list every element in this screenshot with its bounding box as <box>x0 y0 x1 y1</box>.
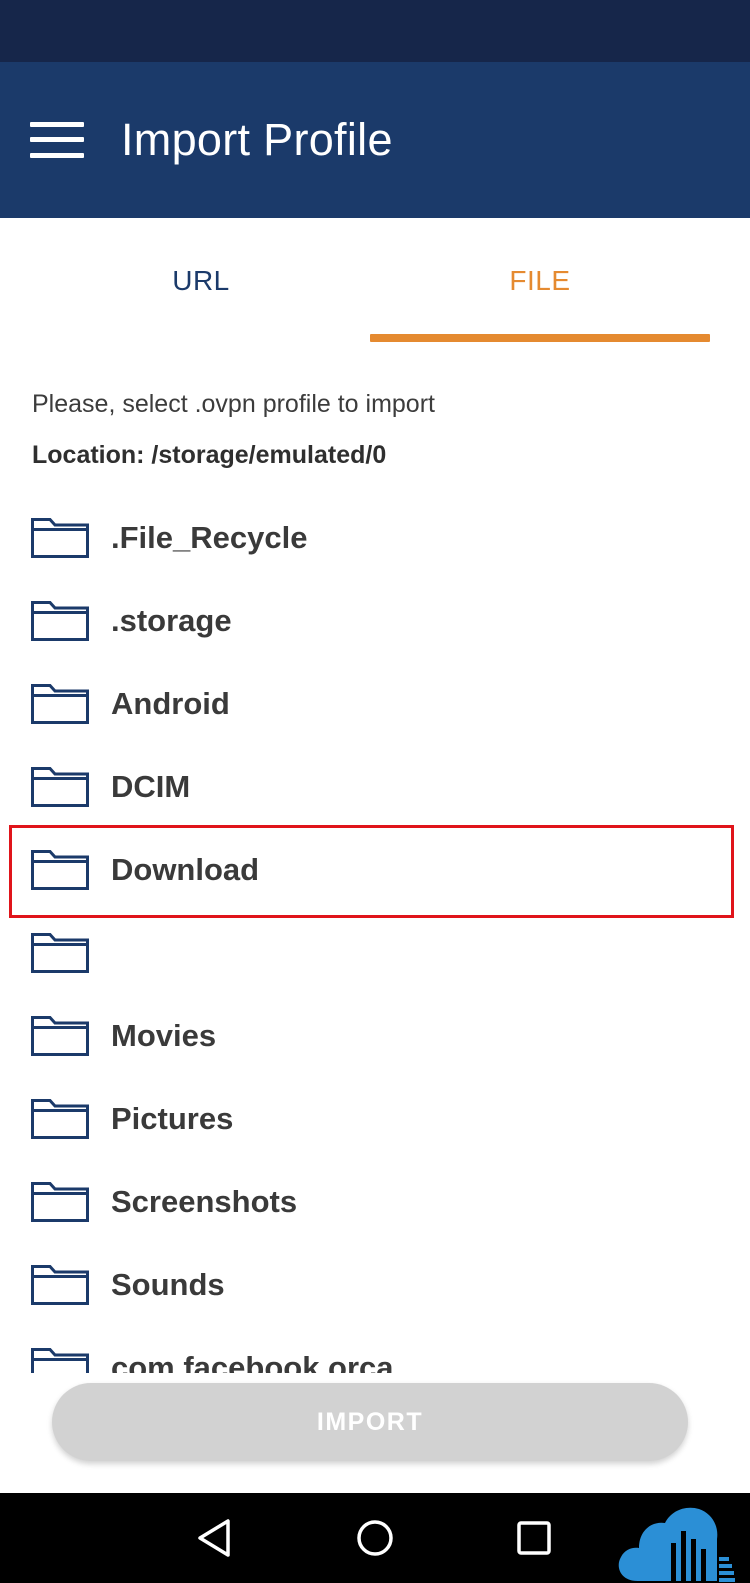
menu-line <box>30 153 84 158</box>
folder-item-sounds[interactable]: Sounds <box>0 1243 750 1326</box>
folder-name: Android <box>111 686 230 721</box>
selected-tab-indicator <box>370 334 710 342</box>
menu-line <box>30 122 84 127</box>
tab-bar: URL FILE <box>0 218 750 344</box>
folder-icon <box>31 1265 89 1305</box>
folder-name: Sounds <box>111 1267 225 1302</box>
folder-item-dcim[interactable]: DCIM <box>0 745 750 828</box>
folder-item-pictures[interactable]: Pictures <box>0 1077 750 1160</box>
tab-file[interactable]: FILE <box>370 218 710 344</box>
folder-icon <box>31 684 89 724</box>
instruction-text: Please, select .ovpn profile to import <box>32 390 435 418</box>
folder-name: Screenshots <box>111 1184 298 1219</box>
folder-name: Download <box>111 852 260 887</box>
folder-icon <box>31 850 89 890</box>
folder-item-download[interactable]: Download <box>0 828 750 911</box>
navigation-bar <box>0 1493 750 1583</box>
folder-name: Movies <box>111 1018 217 1053</box>
import-button[interactable]: IMPORT <box>52 1383 688 1461</box>
page-title: Import Profile <box>121 114 393 165</box>
folder-name: com.facebook.orca <box>111 1350 394 1373</box>
folder-item-storage[interactable]: .storage <box>0 579 750 662</box>
folder-icon <box>31 767 89 807</box>
folder-icon <box>31 1182 89 1222</box>
folder-icon <box>31 1016 89 1056</box>
folder-name: .storage <box>111 603 232 638</box>
location-path: Location: /storage/emulated/0 <box>32 441 387 469</box>
home-icon[interactable] <box>348 1511 402 1565</box>
file-list[interactable]: .File_Recycle .storage Android DCIM Down… <box>0 496 750 1373</box>
recent-apps-icon[interactable] <box>507 1511 561 1565</box>
folder-item-file-recycle[interactable]: .File_Recycle <box>0 496 750 579</box>
folder-icon <box>31 601 89 641</box>
status-bar <box>0 0 750 62</box>
folder-item-movies[interactable]: Movies <box>0 994 750 1077</box>
tab-url[interactable]: URL <box>31 218 371 344</box>
cloud-logo-icon <box>618 1507 735 1582</box>
folder-name: .File_Recycle <box>111 520 308 555</box>
folder-icon <box>31 1348 89 1373</box>
folder-name: Pictures <box>111 1101 234 1136</box>
folder-name: DCIM <box>111 769 191 804</box>
folder-icon <box>31 518 89 558</box>
folder-item-unnamed[interactable] <box>0 911 750 994</box>
folder-icon <box>31 1099 89 1139</box>
folder-item-android[interactable]: Android <box>0 662 750 745</box>
hamburger-menu-icon[interactable] <box>30 120 86 160</box>
back-icon[interactable] <box>190 1511 244 1565</box>
menu-line <box>30 137 84 142</box>
folder-icon <box>31 933 89 973</box>
app-bar: Import Profile <box>0 62 750 218</box>
folder-item-com-facebook-orca[interactable]: com.facebook.orca <box>0 1326 750 1373</box>
folder-item-screenshots[interactable]: Screenshots <box>0 1160 750 1243</box>
